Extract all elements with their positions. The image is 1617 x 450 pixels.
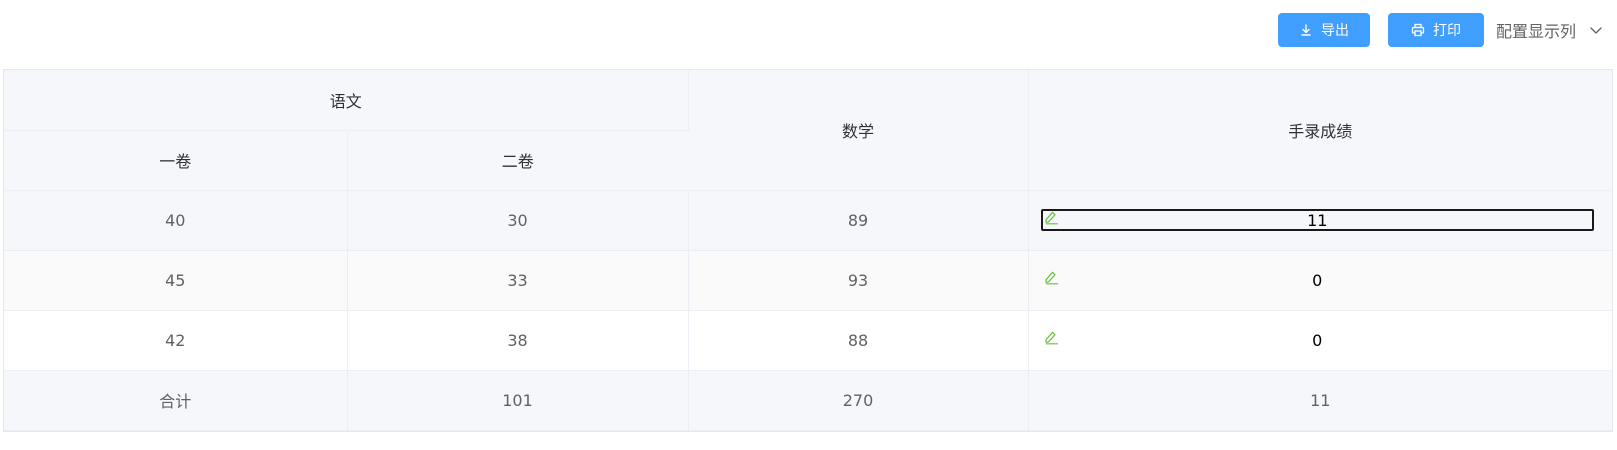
table-row: 45 33 93	[4, 250, 1612, 311]
cell-paper1: 45	[4, 250, 348, 311]
cell-math: 88	[688, 310, 1029, 371]
column-config-dropdown[interactable]: 配置显示列	[1496, 13, 1604, 47]
manual-score-input[interactable]	[1040, 269, 1594, 291]
score-table: 语文 数学 手录成绩 一卷 二卷 40 30 89 11 45 33 93 0 …	[3, 69, 1613, 432]
cell-math: 89	[688, 190, 1029, 251]
manual-score-input[interactable]	[1040, 209, 1594, 231]
printer-icon	[1411, 23, 1425, 37]
summary-paper2: 101	[347, 370, 689, 431]
export-button-label: 导出	[1321, 23, 1349, 39]
print-button[interactable]: 打印	[1388, 13, 1484, 47]
chevron-down-icon	[1588, 22, 1604, 38]
summary-math: 270	[688, 370, 1029, 431]
header-paper1: 一卷	[4, 130, 348, 191]
cell-math: 93	[688, 250, 1029, 311]
summary-row: 合计 101 270 11	[4, 370, 1612, 431]
cell-paper1: 40	[4, 190, 348, 251]
table-row: 42 38 88	[4, 310, 1612, 371]
header-paper2: 二卷	[347, 130, 689, 191]
cell-paper2: 33	[347, 250, 689, 311]
cell-paper1: 42	[4, 310, 348, 371]
table-row: 40 30 89	[4, 190, 1612, 251]
cell-manual-score	[1028, 190, 1612, 251]
header-math: 数学	[688, 70, 1029, 191]
header-chinese: 语文	[4, 70, 689, 131]
download-icon	[1299, 23, 1313, 37]
cell-paper2: 38	[347, 310, 689, 371]
print-button-label: 打印	[1433, 23, 1461, 39]
manual-score-input[interactable]	[1040, 329, 1594, 351]
column-config-label: 配置显示列	[1496, 22, 1577, 41]
cell-manual-score	[1028, 310, 1612, 371]
summary-manual: 11	[1028, 370, 1612, 431]
cell-paper2: 30	[347, 190, 689, 251]
score-page: 导出 打印 配置显示列 语文 数学 手录成绩 一卷 二卷 40 30 89 11…	[0, 0, 1617, 450]
pencil-icon[interactable]	[1043, 209, 1059, 225]
summary-label: 合计	[4, 370, 348, 431]
cell-manual-score	[1028, 250, 1612, 311]
toolbar: 导出 打印 配置显示列	[0, 12, 1617, 48]
export-button[interactable]: 导出	[1278, 13, 1370, 47]
header-manual-score: 手录成绩	[1028, 70, 1612, 191]
